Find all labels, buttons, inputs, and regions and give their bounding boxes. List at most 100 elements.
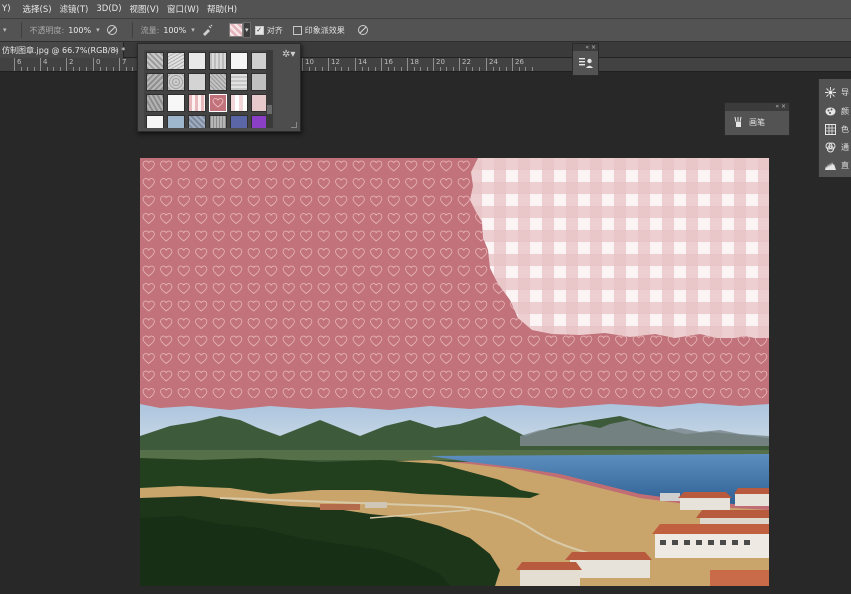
pattern-swatch-21[interactable]	[188, 115, 206, 128]
ruler-minor-tick	[506, 67, 507, 71]
dock-item-channels[interactable]: 通	[825, 142, 849, 153]
pressure-size-icon[interactable]	[357, 24, 369, 36]
ruler-tick-label: 26	[512, 58, 524, 71]
pattern-swatch-17[interactable]	[230, 94, 248, 112]
menu-item-partial[interactable]: Y)	[0, 4, 19, 14]
pattern-scrollbar[interactable]	[266, 50, 273, 128]
document-tab[interactable]: 仿制图章.jpg @ 66.7%(RGB/8) * ×	[0, 42, 125, 58]
pattern-swatch-22[interactable]	[209, 115, 227, 128]
ruler-tick-label: 22	[459, 58, 471, 71]
ruler-minor-tick	[34, 67, 35, 71]
pattern-swatch[interactable]	[228, 23, 243, 37]
pattern-grid	[144, 50, 266, 128]
panel-controls[interactable]: « ×	[725, 103, 789, 111]
gear-icon[interactable]: ✲▾	[282, 49, 295, 60]
ruler-minor-tick	[414, 67, 415, 71]
pattern-swatch-12[interactable]	[251, 73, 266, 91]
flow-dropdown-icon[interactable]: ▾	[191, 26, 195, 34]
ruler-minor-tick	[60, 67, 61, 71]
ruler-minor-tick	[341, 67, 342, 71]
ruler-minor-tick	[368, 67, 369, 71]
pattern-swatch-14[interactable]	[167, 94, 185, 112]
ruler-minor-tick	[532, 67, 533, 71]
pattern-swatch-3[interactable]	[188, 52, 206, 70]
airbrush-icon[interactable]	[201, 24, 213, 36]
ruler-minor-tick	[79, 67, 80, 71]
brush-panel: « × 画笔	[724, 102, 790, 136]
ruler-minor-tick	[479, 67, 480, 71]
right-panel-dock: 导 颜 色 通 直	[818, 79, 851, 177]
dock-item-color[interactable]: 颜	[825, 106, 849, 117]
landscape-photo	[140, 398, 769, 586]
menu-item-select[interactable]: 选择(S)	[19, 3, 56, 15]
flow-value[interactable]: 100%	[163, 26, 186, 35]
menu-item-window[interactable]: 窗口(W)	[163, 3, 203, 15]
ruler-minor-tick	[322, 67, 323, 71]
pattern-swatch-5[interactable]	[230, 52, 248, 70]
pattern-swatch-6[interactable]	[251, 52, 266, 70]
dock-item-navigator[interactable]: 导	[825, 87, 849, 98]
properties-icon[interactable]	[578, 56, 594, 70]
swatches-grid-icon	[825, 124, 836, 135]
pattern-swatch-8[interactable]	[167, 73, 185, 91]
menu-item-filter[interactable]: 滤镜(T)	[56, 3, 93, 15]
pattern-swatch-7[interactable]	[146, 73, 164, 91]
align-label: 对齐	[266, 25, 283, 35]
scrollbar-thumb[interactable]	[267, 105, 272, 114]
panel-controls[interactable]: « ×	[573, 44, 598, 51]
ruler-minor-tick	[53, 67, 54, 71]
pattern-swatch-13[interactable]	[146, 94, 164, 112]
pattern-swatch-11[interactable]	[230, 73, 248, 91]
pressure-opacity-icon[interactable]	[106, 24, 118, 36]
pattern-swatch-4[interactable]	[209, 52, 227, 70]
ruler-minor-tick	[427, 67, 428, 71]
pattern-swatch-24[interactable]	[251, 115, 266, 128]
pattern-picker-panel: ✲▾	[137, 43, 301, 132]
pattern-swatch-9[interactable]	[188, 73, 206, 91]
opacity-dropdown-icon[interactable]: ▾	[96, 26, 100, 34]
pattern-swatch-23[interactable]	[230, 115, 248, 128]
pattern-swatch-18[interactable]	[251, 94, 266, 112]
ruler-tick-label: 14	[355, 58, 367, 71]
menu-item-help[interactable]: 帮助(H)	[203, 3, 241, 15]
ruler-minor-tick	[73, 67, 74, 71]
menu-item-view[interactable]: 视图(V)	[126, 3, 163, 15]
dock-item-label: 导	[841, 88, 849, 97]
brush-panel-title: 画笔	[749, 117, 765, 127]
dock-item-label: 色	[841, 125, 849, 134]
menu-item-3d[interactable]: 3D(D)	[92, 4, 125, 14]
dock-item-swatches[interactable]: 色	[825, 124, 849, 135]
gingham-pattern	[470, 158, 769, 338]
document-canvas[interactable]	[140, 158, 769, 586]
ruler-minor-tick	[126, 67, 127, 71]
brush-icon	[734, 116, 742, 127]
pattern-swatch-10[interactable]	[209, 73, 227, 91]
ruler-minor-tick	[388, 67, 389, 71]
preset-dropdown-caret[interactable]: ▾	[3, 26, 7, 34]
dock-item-histogram[interactable]: 直	[825, 160, 849, 171]
align-checkbox[interactable]: ✓	[254, 25, 264, 35]
brush-panel-tab[interactable]: 画笔	[733, 116, 765, 128]
opacity-value[interactable]: 100%	[68, 26, 91, 35]
close-tab-icon[interactable]: ×	[112, 46, 119, 55]
ruler-minor-tick	[106, 67, 107, 71]
ruler-tick-label: 10	[302, 58, 314, 71]
pattern-swatch-hearts-selected[interactable]	[209, 94, 227, 112]
pattern-picker-dropdown-icon[interactable]: ▾	[242, 22, 251, 38]
ruler-minor-tick	[335, 67, 336, 71]
pattern-swatch-1[interactable]	[146, 52, 164, 70]
impression-checkbox[interactable]	[292, 25, 302, 35]
ruler-minor-tick	[21, 67, 22, 71]
pattern-swatch-20[interactable]	[167, 115, 185, 128]
pattern-swatch-15[interactable]	[188, 94, 206, 112]
document-tab-bar: 仿制图章.jpg @ 66.7%(RGB/8) * ×	[0, 42, 851, 58]
heart-icon	[212, 98, 224, 108]
pattern-swatch-19[interactable]	[146, 115, 164, 128]
dock-item-label: 直	[841, 161, 849, 170]
pattern-swatch-2[interactable]	[167, 52, 185, 70]
ruler-minor-tick	[466, 67, 467, 71]
ruler-tick-label: 18	[407, 58, 419, 71]
resize-grip-icon[interactable]	[291, 122, 297, 128]
properties-mini-panel: « ×	[572, 43, 599, 76]
ruler-minor-tick	[453, 67, 454, 71]
